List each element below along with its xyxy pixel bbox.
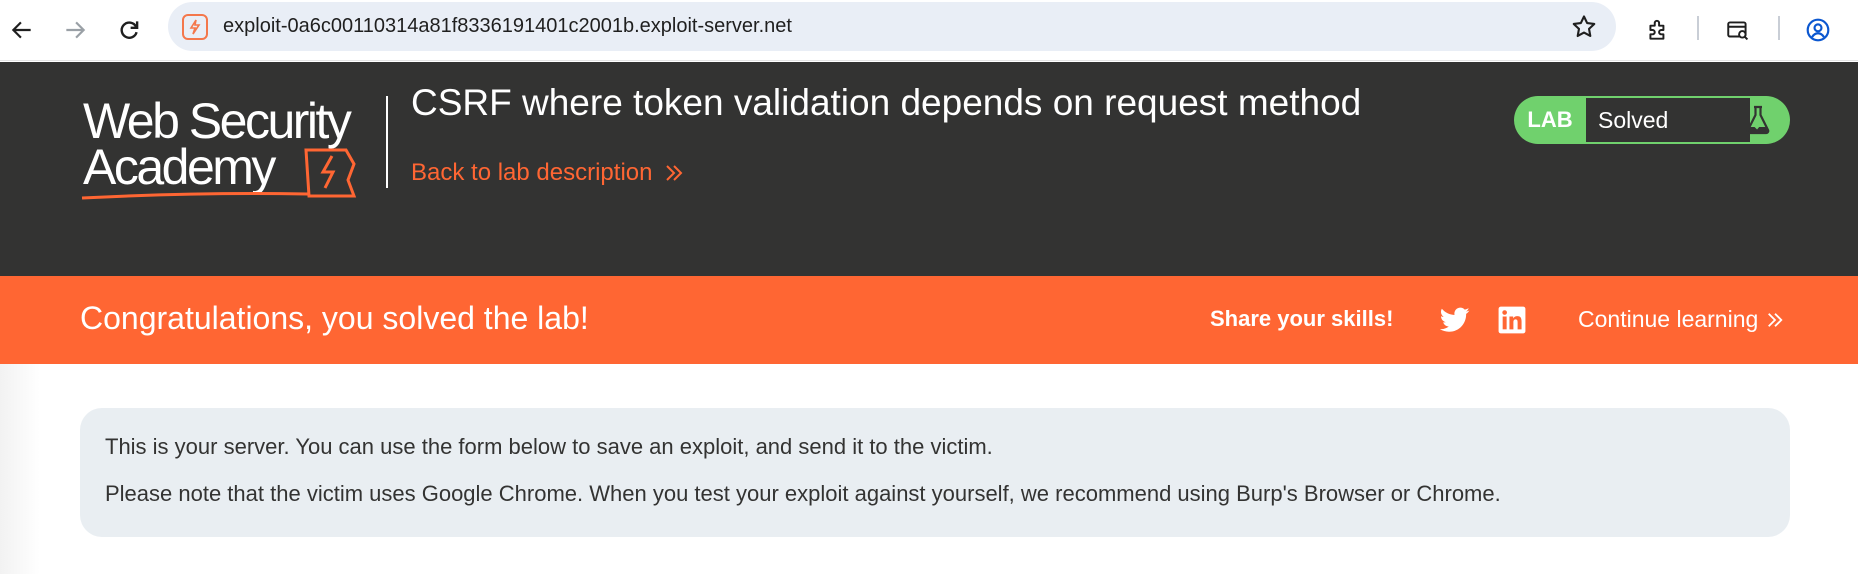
lab-badge: LAB (1527, 107, 1573, 132)
continue-learning-label: Continue learning (1578, 306, 1759, 332)
flask-check-icon (1736, 98, 1780, 142)
extensions-icon[interactable] (1638, 10, 1678, 50)
address-bar[interactable]: exploit-0a6c00110314a81f8336191401c2001b… (168, 2, 1616, 51)
twitter-icon[interactable] (1440, 306, 1470, 334)
back-to-lab-description-link[interactable]: Back to lab description (411, 159, 684, 187)
logo-line-2: Academy (83, 139, 276, 195)
toolbar-divider (1697, 16, 1699, 40)
solved-banner: Congratulations, you solved the lab! Sha… (0, 276, 1858, 364)
double-chevron-right-icon (1768, 312, 1783, 327)
server-info-line-1: This is your server. You can use the for… (105, 434, 993, 459)
bookmark-star-icon[interactable] (1570, 13, 1598, 41)
logo-divider (386, 96, 388, 188)
site-favicon-icon (182, 14, 208, 40)
back-arrow-icon[interactable] (2, 10, 42, 50)
lab-title: CSRF where token validation depends on r… (411, 82, 1362, 123)
url-text[interactable]: exploit-0a6c00110314a81f8336191401c2001b… (223, 15, 792, 38)
double-chevron-right-icon (666, 165, 683, 181)
forward-arrow-icon[interactable] (55, 10, 95, 50)
web-security-academy-logo[interactable]: Web Security Academy (80, 92, 385, 202)
share-skills-label: Share your skills! (1210, 306, 1394, 331)
congratulations-message: Congratulations, you solved the lab! (80, 300, 589, 336)
server-info-line-2: Please note that the victim uses Google … (105, 481, 1501, 506)
toolbar-divider (1778, 16, 1780, 40)
browser-toolbar: exploit-0a6c00110314a81f8336191401c2001b… (0, 0, 1858, 61)
profile-avatar-icon[interactable] (1798, 10, 1838, 50)
reload-icon[interactable] (109, 10, 149, 50)
continue-learning-link[interactable]: Continue learning (1578, 306, 1784, 333)
linkedin-icon[interactable] (1498, 306, 1526, 334)
back-link-label: Back to lab description (411, 159, 653, 186)
lab-status-text: Solved (1586, 98, 1750, 142)
server-info-box: This is your server. You can use the for… (80, 408, 1790, 537)
tab-search-icon[interactable] (1718, 10, 1758, 50)
